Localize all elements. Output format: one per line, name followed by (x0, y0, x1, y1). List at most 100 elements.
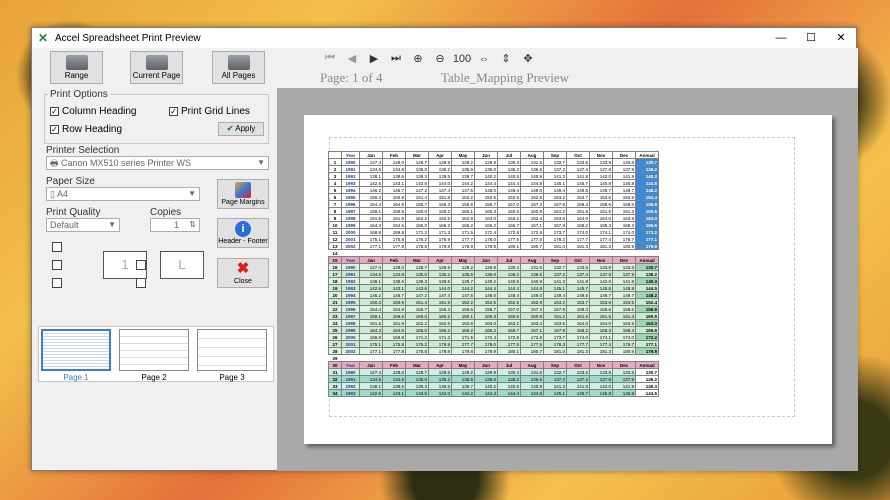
preview-page: Year Jan Feb Mar Apr May Jun Jul Aug Sep Oct Nov Dec… (304, 115, 832, 444)
table-cell: 172.4 (474, 228, 498, 236)
table-cell: 135.6 (451, 270, 475, 278)
copies-input[interactable]: 1 ⇅ (150, 218, 200, 232)
next-page-icon[interactable]: ▶ (363, 52, 385, 65)
table-cell: 2002 (341, 242, 360, 250)
table-cell: 181.3 (589, 347, 613, 355)
spinner-icon[interactable]: ⇅ (189, 219, 196, 231)
table-cell: 144.4 (497, 389, 521, 397)
landscape-radio[interactable] (136, 260, 146, 270)
center-vertical-checkbox[interactable] (52, 278, 62, 288)
page-margins-button[interactable]: Page Margins (217, 179, 269, 209)
empty-row: 14 (328, 249, 659, 257)
prev-page-icon[interactable]: ◀ (341, 52, 363, 65)
table-cell: 177.5 (497, 340, 521, 348)
maximize-button[interactable]: ☐ (796, 28, 826, 48)
header-footer-button[interactable]: i Header - Footer (217, 218, 269, 248)
empty-cell (359, 354, 383, 362)
table-cell: 161.6 (359, 214, 383, 222)
table-cell: 176.7 (612, 340, 636, 348)
printer-select[interactable]: 🖶 Canon MX510 series Printer WS ▼ (46, 156, 269, 170)
table-row: 25 1999 164.3 164.5 165.0 166.2 166.2 166.2 166.… (328, 326, 659, 334)
column-header: Jun (474, 361, 498, 369)
table-cell: 174.0 (612, 228, 636, 236)
print-options-group (44, 94, 269, 144)
table-cell: 1997 (341, 207, 360, 215)
table-cell: 2001 (341, 340, 360, 348)
apply-button[interactable]: ✔ Apply (218, 122, 264, 136)
thumbnail-page-2[interactable] (119, 329, 189, 371)
table-cell: 148.2 (635, 186, 659, 194)
table-cell: 139.3 (405, 277, 429, 285)
minimize-button[interactable]: — (766, 28, 796, 48)
table-cell: 154.4 (359, 200, 383, 208)
row-number: 34 (328, 389, 342, 397)
column-heading-checkbox[interactable]: ✓ Column Heading (50, 106, 137, 117)
table-cell: 147.2 (405, 186, 429, 194)
table-cell: 127.4 (359, 158, 383, 166)
row-number: 9 (328, 214, 342, 222)
zoom-100-icon[interactable]: 100 (451, 53, 473, 65)
fit-page-icon[interactable]: ✥ (517, 52, 539, 65)
zoom-out-icon[interactable]: ⊖ (429, 52, 451, 65)
table-cell: 140.5 (497, 277, 521, 285)
table-cell: 144.8 (520, 179, 544, 187)
thumbnail-page-3[interactable] (197, 329, 267, 371)
column-header: Apr (428, 151, 452, 159)
print-quality-select[interactable]: Default ▼ (46, 218, 120, 232)
table-cell: 179.8 (428, 242, 452, 250)
landscape-option[interactable] (136, 278, 146, 288)
row-heading-checkbox[interactable]: ✓ Row Heading (50, 124, 122, 135)
paper-size-select[interactable]: ▯ A4 ▼ (46, 187, 200, 201)
table-cell: 132.7 (543, 263, 567, 271)
last-page-icon[interactable]: ⏭ (385, 52, 407, 65)
column-header: Mar (405, 151, 429, 159)
empty-cell (612, 354, 636, 362)
table-cell: 155.7 (405, 200, 429, 208)
table-cell: 167.9 (543, 326, 567, 334)
row-number: 5 (328, 186, 342, 194)
table-cell: 158.6 (612, 305, 636, 313)
row-number: 23 (328, 312, 342, 320)
landscape-preview[interactable]: L (160, 251, 204, 279)
table-cell: 156.6 (451, 200, 475, 208)
print-grid-lines-checkbox[interactable]: ✓ Print Grid Lines (169, 106, 250, 117)
table-cell: 162.2 (405, 319, 429, 327)
column-header: Aug (520, 151, 544, 159)
table-cell: 144.8 (520, 389, 544, 397)
table-cell: 179.9 (635, 347, 659, 355)
column-header: Nov (589, 151, 613, 159)
table-cell: 161.2 (543, 312, 567, 320)
column-header: Year (341, 256, 360, 264)
empty-row: 29 (328, 354, 659, 362)
table-cell: 142.6 (359, 284, 383, 292)
fit-height-icon[interactable]: ⇕ (495, 52, 517, 65)
row-number: 31 (328, 368, 342, 376)
portrait-radio[interactable] (52, 242, 62, 252)
empty-cell (497, 249, 521, 257)
empty-cell (543, 249, 567, 257)
table-cell: 128.7 (405, 263, 429, 271)
table-cell: 146.2 (359, 186, 383, 194)
zoom-in-icon[interactable]: ⊕ (407, 52, 429, 65)
close-window-button[interactable]: ✕ (826, 28, 856, 48)
thumbnail-page-1[interactable] (41, 329, 111, 371)
table-cell: 152.2 (451, 298, 475, 306)
close-button[interactable]: ✖ Close (217, 258, 269, 288)
row-number: 22 (328, 305, 342, 313)
table-row: 5 1994 146.2 146.7 147.2 147.4 147.5 148.0 148.4… (328, 186, 659, 194)
table-cell: 136.2 (497, 165, 521, 173)
first-page-icon[interactable]: ⏮ (319, 52, 341, 65)
table-cell: 177.8 (382, 242, 406, 250)
print-all-pages-button[interactable]: All Pages (212, 51, 265, 84)
center-horizontal-checkbox[interactable] (52, 260, 62, 270)
print-current-page-button[interactable]: Current Page (130, 51, 183, 84)
row-number: 29 (328, 354, 342, 362)
print-range-button[interactable]: Range (50, 51, 103, 84)
table-cell: 1992 (341, 277, 360, 285)
table-cell: 179.9 (635, 242, 659, 250)
column-header: May (451, 151, 475, 159)
table-cell: 162.8 (451, 214, 475, 222)
table-cell: 137.9 (612, 165, 636, 173)
fit-width-icon[interactable]: ⇔ (473, 53, 495, 65)
table-cell: 168.2 (566, 221, 590, 229)
